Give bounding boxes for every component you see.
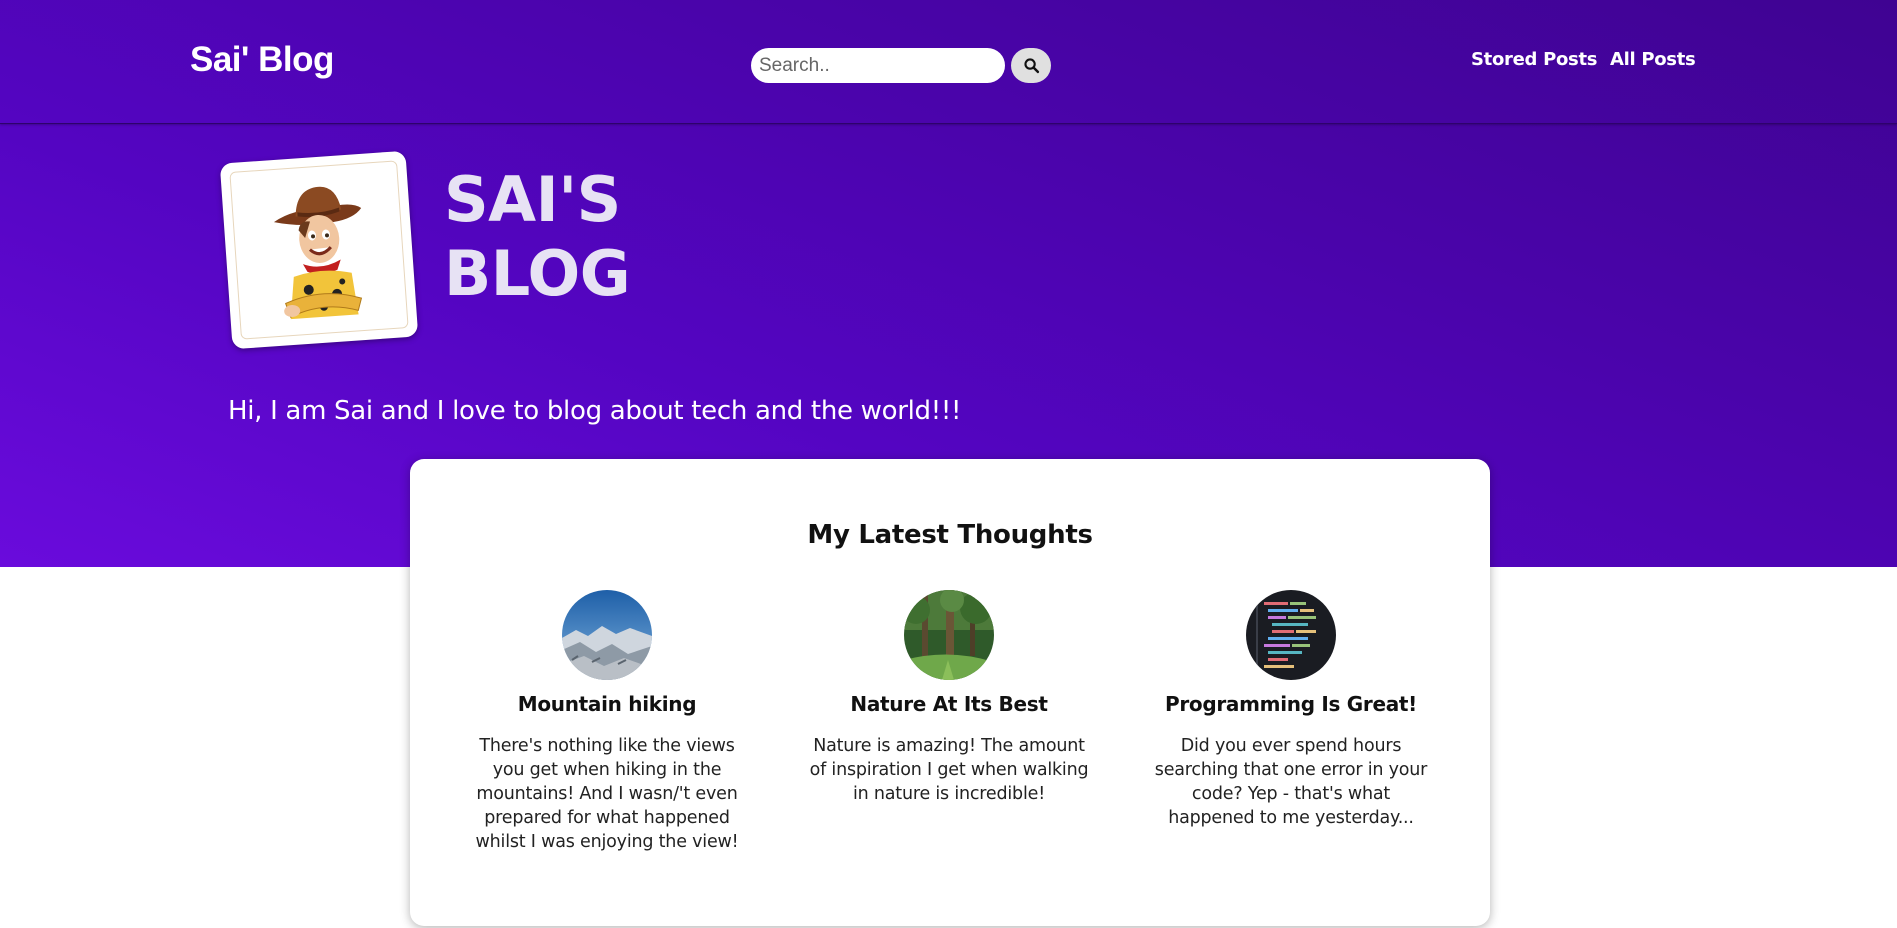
intro-text: Hi, I am Sai and I love to blog about te… [228, 396, 962, 426]
nav-stored-posts[interactable]: Stored Posts [1471, 49, 1597, 70]
hero-title: SAI'S BLOG [444, 163, 631, 311]
brand-logo-link[interactable]: Sai' Blog [190, 40, 334, 80]
search-input[interactable] [751, 48, 1005, 83]
post-excerpt: Did you ever spend hours searching that … [1154, 736, 1428, 828]
post-excerpt: Nature is amazing! The amount of inspira… [809, 736, 1089, 804]
forest-image [904, 590, 994, 680]
post-title[interactable]: Programming Is Great! [1146, 692, 1436, 716]
search-icon [1023, 58, 1039, 74]
latest-thoughts-card: My Latest Thoughts Mountain hiking There… [410, 459, 1490, 926]
mountain-image [562, 590, 652, 680]
search-button[interactable] [1011, 48, 1051, 83]
hero-title-line-1: SAI'S [444, 163, 621, 236]
latest-thoughts-title: My Latest Thoughts [807, 520, 1093, 550]
site-header: Sai' Blog Stored Posts All Posts [0, 0, 1897, 124]
cowboy-character-icon [273, 186, 363, 320]
post-excerpt: There's nothing like the views you get w… [475, 736, 739, 852]
post-card-mountain[interactable]: Mountain hiking There's nothing like the… [462, 590, 752, 854]
post-card-nature[interactable]: Nature At Its Best Nature is amazing! Th… [804, 590, 1094, 806]
post-title[interactable]: Nature At Its Best [804, 692, 1094, 716]
hero-title-line-2: BLOG [444, 237, 631, 310]
post-card-programming[interactable]: Programming Is Great! Did you ever spend… [1146, 590, 1436, 830]
profile-avatar [219, 150, 419, 350]
code-image [1246, 590, 1336, 680]
nav-all-posts[interactable]: All Posts [1610, 49, 1696, 70]
avatar-image [229, 160, 409, 340]
post-title[interactable]: Mountain hiking [462, 692, 752, 716]
